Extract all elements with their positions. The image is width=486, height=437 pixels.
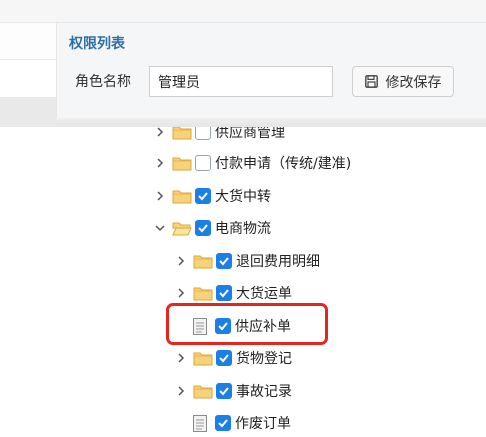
checkmark-icon — [219, 387, 229, 396]
tree-node[interactable]: 作废订单 — [189, 407, 291, 437]
save-changes-button[interactable]: 修改保存 — [352, 66, 454, 97]
checkmark-icon — [198, 192, 208, 201]
chevron-right-icon[interactable] — [175, 352, 187, 364]
role-name-input[interactable] — [149, 66, 333, 97]
folder-icon — [172, 157, 192, 171]
folder-icon — [172, 190, 192, 204]
save-changes-label: 修改保存 — [385, 74, 442, 91]
chevron-right-icon[interactable] — [175, 385, 187, 397]
chevron-right-icon[interactable] — [154, 190, 166, 202]
permission-tree: 供应商管理 付款申请（传统/建准) 大货中转 电商物流 退回费用明细 大货运单 … — [0, 127, 486, 437]
tree-node[interactable]: 退回费用明细 — [175, 245, 320, 277]
tree-node[interactable]: 货物登记 — [175, 342, 292, 374]
folder-icon — [172, 127, 192, 140]
folder-open-icon — [172, 222, 192, 236]
folder-icon — [193, 255, 213, 269]
header-shadow — [56, 118, 486, 127]
checkbox[interactable] — [195, 220, 211, 236]
folder-icon — [193, 287, 213, 301]
tree-node[interactable]: 事故记录 — [175, 375, 292, 407]
folder-icon — [193, 385, 213, 399]
tree-node[interactable]: 供应商管理 — [154, 127, 285, 148]
checkbox[interactable] — [195, 188, 211, 204]
tree-node-label: 退回费用明细 — [236, 254, 320, 270]
floppy-disk-icon — [364, 75, 378, 88]
checkbox[interactable] — [216, 285, 232, 301]
tree-node-label: 事故记录 — [236, 384, 292, 400]
chevron-right-icon[interactable] — [154, 157, 166, 169]
checkbox[interactable] — [215, 415, 231, 431]
tree-node-label: 大货中转 — [215, 189, 271, 205]
tree-node-label: 付款申请（传统/建准) — [215, 156, 352, 172]
checkmark-icon — [219, 354, 229, 363]
folder-icon — [193, 352, 213, 366]
checkbox[interactable] — [195, 155, 211, 171]
chevron-right-icon[interactable] — [175, 255, 187, 267]
tree-node-label: 大货运单 — [236, 286, 292, 302]
checkmark-icon — [219, 289, 229, 298]
checkbox[interactable] — [216, 383, 232, 399]
document-icon — [193, 414, 207, 432]
checkmark-icon — [198, 224, 208, 233]
highlight-box — [166, 303, 328, 345]
checkbox[interactable] — [195, 127, 211, 140]
tree-node[interactable]: 电商物流 — [154, 212, 271, 244]
tree-node-label: 供应商管理 — [215, 127, 285, 141]
tree-node-label: 货物登记 — [236, 351, 292, 367]
checkmark-icon — [218, 419, 228, 428]
tree-node-label: 电商物流 — [215, 221, 271, 237]
top-band — [0, 0, 486, 22]
role-name-label: 角色名称 — [75, 74, 131, 90]
left-panel-footer — [0, 97, 56, 127]
chevron-down-icon[interactable] — [154, 222, 166, 234]
tree-node-label: 作废订单 — [235, 416, 291, 432]
tree-node[interactable]: 付款申请（传统/建准) — [154, 147, 351, 179]
permission-panel-header: 权限列表 角色名称 修改保存 — [56, 22, 486, 127]
chevron-right-icon[interactable] — [154, 127, 166, 138]
chevron-right-icon[interactable] — [175, 287, 187, 299]
left-panel-cell — [0, 59, 56, 99]
checkbox[interactable] — [216, 350, 232, 366]
checkmark-icon — [219, 257, 229, 266]
left-panel-cell — [0, 22, 56, 60]
checkbox[interactable] — [216, 253, 232, 269]
panel-title: 权限列表 — [69, 36, 125, 52]
tree-node[interactable]: 大货中转 — [154, 180, 271, 212]
